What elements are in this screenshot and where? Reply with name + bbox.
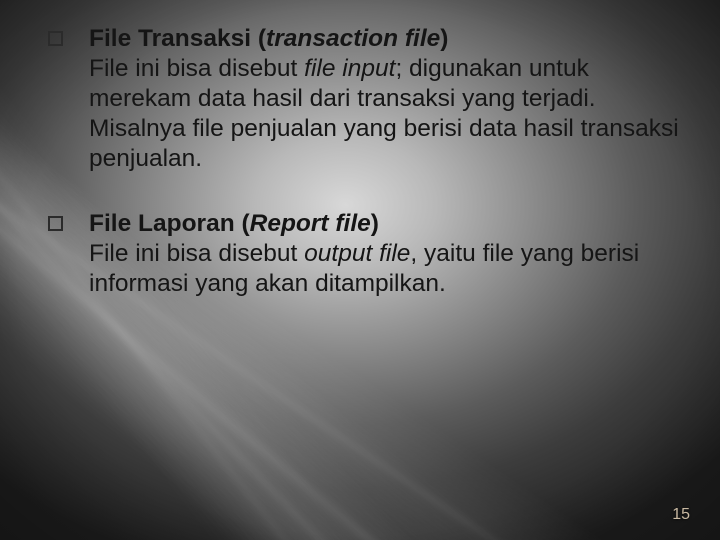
page-number: 15: [672, 506, 690, 524]
item-title: File Laporan (Report file): [89, 210, 379, 237]
bullet-icon: [48, 31, 63, 46]
list-item-text: File Laporan (Report file) File ini bisa…: [89, 209, 680, 299]
body-italic: output file: [304, 240, 410, 267]
list-item: File Laporan (Report file) File ini bisa…: [48, 209, 680, 299]
body-pre: File ini bisa disebut: [89, 240, 304, 267]
item-title: File Transaksi (transaction file): [89, 25, 448, 52]
title-text: File Laporan (: [89, 210, 250, 237]
list-item: File Transaksi (transaction file) File i…: [48, 24, 680, 173]
bullet-icon: [48, 216, 63, 231]
title-close: ): [371, 210, 379, 237]
list-item-text: File Transaksi (transaction file) File i…: [89, 24, 680, 173]
slide-content: File Transaksi (transaction file) File i…: [48, 24, 680, 335]
title-italic: Report file: [250, 210, 371, 237]
title-italic: transaction file: [266, 25, 440, 52]
body-pre: File ini bisa disebut: [89, 55, 304, 82]
title-close: ): [440, 25, 448, 52]
body-italic: file input: [304, 55, 395, 82]
title-text: File Transaksi (: [89, 25, 266, 52]
